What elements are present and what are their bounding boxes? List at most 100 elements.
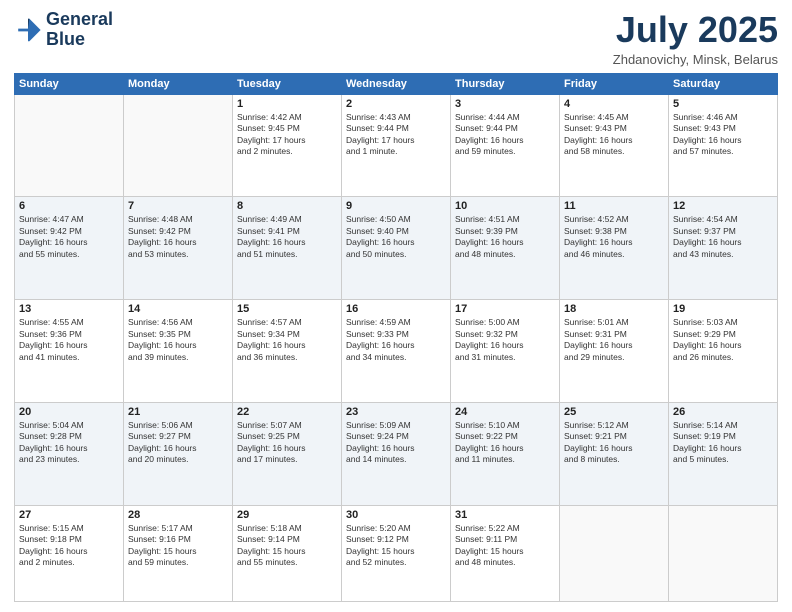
calendar-cell: 14 Sunrise: 4:56 AM Sunset: 9:35 PM Dayli… (124, 300, 233, 403)
day-number: 10 (455, 200, 555, 212)
day-number: 7 (128, 200, 228, 212)
day-number: 22 (237, 406, 337, 418)
calendar-cell: 17 Sunrise: 5:00 AM Sunset: 9:32 PM Dayli… (451, 300, 560, 403)
day-number: 19 (673, 303, 773, 315)
logo-icon (14, 16, 42, 44)
logo-line1: General (46, 10, 113, 30)
calendar-week-row: 1 Sunrise: 4:42 AM Sunset: 9:45 PM Daylig… (15, 94, 778, 197)
day-header-sunday: Sunday (15, 73, 124, 94)
calendar-cell: 31 Sunrise: 5:22 AM Sunset: 9:11 PM Dayli… (451, 505, 560, 601)
day-number: 24 (455, 406, 555, 418)
calendar-cell: 10 Sunrise: 4:51 AM Sunset: 9:39 PM Dayli… (451, 197, 560, 300)
day-number: 31 (455, 509, 555, 521)
day-number: 20 (19, 406, 119, 418)
day-header-wednesday: Wednesday (342, 73, 451, 94)
calendar-cell: 30 Sunrise: 5:20 AM Sunset: 9:12 PM Dayli… (342, 505, 451, 601)
calendar-cell: 19 Sunrise: 5:03 AM Sunset: 9:29 PM Dayli… (669, 300, 778, 403)
day-number: 11 (564, 200, 664, 212)
day-info: Sunrise: 4:44 AM Sunset: 9:44 PM Dayligh… (455, 112, 555, 158)
day-number: 12 (673, 200, 773, 212)
day-header-saturday: Saturday (669, 73, 778, 94)
calendar-cell: 24Sunrise: 5:10 AM Sunset: 9:22 PM Dayli… (451, 402, 560, 505)
day-info: Sunrise: 4:59 AM Sunset: 9:33 PM Dayligh… (346, 317, 446, 363)
day-info: Sunrise: 4:45 AM Sunset: 9:43 PM Dayligh… (564, 112, 664, 158)
calendar-cell: 16 Sunrise: 4:59 AM Sunset: 9:33 PM Dayli… (342, 300, 451, 403)
calendar-cell: 29 Sunrise: 5:18 AM Sunset: 9:14 PM Dayli… (233, 505, 342, 601)
day-info: Sunrise: 4:43 AM Sunset: 9:44 PM Dayligh… (346, 112, 446, 158)
logo: General Blue (14, 10, 113, 50)
day-info: Sunrise: 5:14 AM Sunset: 9:19 PM Dayligh… (673, 420, 773, 466)
day-header-thursday: Thursday (451, 73, 560, 94)
day-number: 4 (564, 98, 664, 110)
calendar-cell: 26Sunrise: 5:14 AM Sunset: 9:19 PM Dayli… (669, 402, 778, 505)
day-info: Sunrise: 4:56 AM Sunset: 9:35 PM Dayligh… (128, 317, 228, 363)
calendar-cell: 8Sunrise: 4:49 AM Sunset: 9:41 PM Daylig… (233, 197, 342, 300)
day-number: 21 (128, 406, 228, 418)
day-number: 14 (128, 303, 228, 315)
calendar-cell: 6Sunrise: 4:47 AM Sunset: 9:42 PM Daylig… (15, 197, 124, 300)
calendar-week-row: 6Sunrise: 4:47 AM Sunset: 9:42 PM Daylig… (15, 197, 778, 300)
calendar-cell: 2 Sunrise: 4:43 AM Sunset: 9:44 PM Daylig… (342, 94, 451, 197)
day-info: Sunrise: 4:54 AM Sunset: 9:37 PM Dayligh… (673, 214, 773, 260)
day-header-monday: Monday (124, 73, 233, 94)
calendar-cell: 18Sunrise: 5:01 AM Sunset: 9:31 PM Dayli… (560, 300, 669, 403)
day-info: Sunrise: 4:52 AM Sunset: 9:38 PM Dayligh… (564, 214, 664, 260)
page: General Blue July 2025 Zhdanovichy, Mins… (0, 0, 792, 612)
day-info: Sunrise: 4:51 AM Sunset: 9:39 PM Dayligh… (455, 214, 555, 260)
calendar-cell (669, 505, 778, 601)
calendar-cell: 27 Sunrise: 5:15 AM Sunset: 9:18 PM Dayli… (15, 505, 124, 601)
calendar-cell: 28Sunrise: 5:17 AM Sunset: 9:16 PM Dayli… (124, 505, 233, 601)
day-info: Sunrise: 4:42 AM Sunset: 9:45 PM Dayligh… (237, 112, 337, 158)
logo-line2: Blue (46, 30, 113, 50)
day-number: 5 (673, 98, 773, 110)
day-number: 27 (19, 509, 119, 521)
day-number: 15 (237, 303, 337, 315)
logo-text: General Blue (46, 10, 113, 50)
day-number: 16 (346, 303, 446, 315)
day-info: Sunrise: 4:57 AM Sunset: 9:34 PM Dayligh… (237, 317, 337, 363)
day-number: 13 (19, 303, 119, 315)
day-info: Sunrise: 5:18 AM Sunset: 9:14 PM Dayligh… (237, 523, 337, 569)
day-number: 8 (237, 200, 337, 212)
day-info: Sunrise: 4:50 AM Sunset: 9:40 PM Dayligh… (346, 214, 446, 260)
day-info: Sunrise: 5:04 AM Sunset: 9:28 PM Dayligh… (19, 420, 119, 466)
day-number: 28 (128, 509, 228, 521)
calendar-cell (560, 505, 669, 601)
calendar-cell: 3Sunrise: 4:44 AM Sunset: 9:44 PM Daylig… (451, 94, 560, 197)
day-info: Sunrise: 5:20 AM Sunset: 9:12 PM Dayligh… (346, 523, 446, 569)
day-number: 17 (455, 303, 555, 315)
day-number: 29 (237, 509, 337, 521)
calendar-week-row: 27 Sunrise: 5:15 AM Sunset: 9:18 PM Dayli… (15, 505, 778, 601)
calendar-cell: 22Sunrise: 5:07 AM Sunset: 9:25 PM Dayli… (233, 402, 342, 505)
calendar-cell (15, 94, 124, 197)
day-info: Sunrise: 5:06 AM Sunset: 9:27 PM Dayligh… (128, 420, 228, 466)
day-number: 23 (346, 406, 446, 418)
day-number: 1 (237, 98, 337, 110)
calendar-cell: 9 Sunrise: 4:50 AM Sunset: 9:40 PM Daylig… (342, 197, 451, 300)
calendar-cell: 23Sunrise: 5:09 AM Sunset: 9:24 PM Dayli… (342, 402, 451, 505)
day-number: 2 (346, 98, 446, 110)
day-info: Sunrise: 5:03 AM Sunset: 9:29 PM Dayligh… (673, 317, 773, 363)
calendar-cell: 7 Sunrise: 4:48 AM Sunset: 9:42 PM Daylig… (124, 197, 233, 300)
day-number: 25 (564, 406, 664, 418)
month-title: July 2025 (613, 10, 778, 50)
location: Zhdanovichy, Minsk, Belarus (613, 52, 778, 67)
calendar-cell: 12 Sunrise: 4:54 AM Sunset: 9:37 PM Dayli… (669, 197, 778, 300)
day-header-friday: Friday (560, 73, 669, 94)
day-info: Sunrise: 4:48 AM Sunset: 9:42 PM Dayligh… (128, 214, 228, 260)
day-number: 9 (346, 200, 446, 212)
header: General Blue July 2025 Zhdanovichy, Mins… (14, 10, 778, 67)
calendar-cell: 4 Sunrise: 4:45 AM Sunset: 9:43 PM Daylig… (560, 94, 669, 197)
calendar-table: SundayMondayTuesdayWednesdayThursdayFrid… (14, 73, 778, 602)
calendar-cell: 11 Sunrise: 4:52 AM Sunset: 9:38 PM Dayli… (560, 197, 669, 300)
calendar-cell (124, 94, 233, 197)
calendar-cell: 25Sunrise: 5:12 AM Sunset: 9:21 PM Dayli… (560, 402, 669, 505)
calendar-cell: 13Sunrise: 4:55 AM Sunset: 9:36 PM Dayli… (15, 300, 124, 403)
day-info: Sunrise: 5:00 AM Sunset: 9:32 PM Dayligh… (455, 317, 555, 363)
day-info: Sunrise: 5:22 AM Sunset: 9:11 PM Dayligh… (455, 523, 555, 569)
day-number: 30 (346, 509, 446, 521)
calendar-week-row: 13Sunrise: 4:55 AM Sunset: 9:36 PM Dayli… (15, 300, 778, 403)
day-info: Sunrise: 5:15 AM Sunset: 9:18 PM Dayligh… (19, 523, 119, 569)
day-info: Sunrise: 5:01 AM Sunset: 9:31 PM Dayligh… (564, 317, 664, 363)
calendar-header-row: SundayMondayTuesdayWednesdayThursdayFrid… (15, 73, 778, 94)
